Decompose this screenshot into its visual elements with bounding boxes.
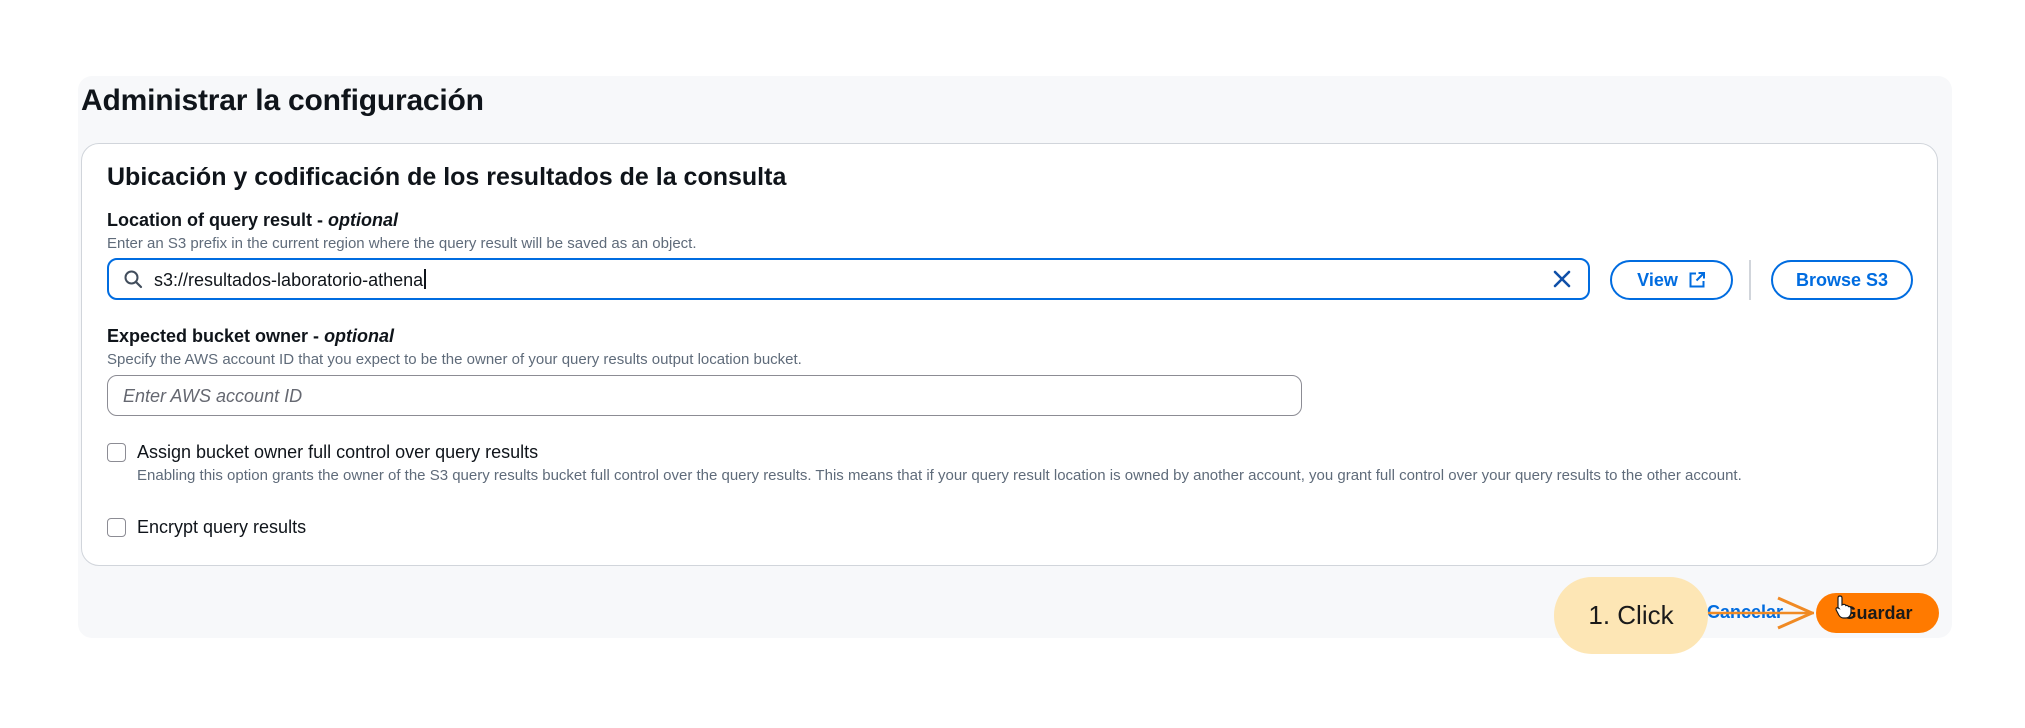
- bucket-owner-label-text: Expected bucket owner -: [107, 326, 325, 346]
- text-caret: [424, 269, 426, 289]
- bucket-owner-optional: optional: [324, 326, 395, 346]
- view-button-label: View: [1637, 269, 1678, 290]
- search-icon: [124, 270, 143, 289]
- view-button[interactable]: View: [1610, 260, 1733, 300]
- query-location-label: Location of query result - optional: [107, 210, 398, 231]
- full-control-checkbox[interactable]: [107, 443, 126, 462]
- query-location-input[interactable]: s3://resultados-laboratorio-athena: [107, 258, 1590, 300]
- encrypt-label: Encrypt query results: [137, 517, 307, 537]
- full-control-label: Assign bucket owner full control over qu…: [137, 442, 539, 462]
- account-id-placeholder: Enter AWS account ID: [123, 386, 303, 406]
- external-link-icon: [1689, 272, 1705, 288]
- browse-s3-button[interactable]: Browse S3: [1771, 260, 1913, 300]
- query-location-value-text: s3://resultados-laboratorio-athena: [154, 270, 424, 290]
- arrow-icon: [1708, 596, 1814, 630]
- query-location-description: Enter an S3 prefix in the current region…: [107, 235, 697, 252]
- section-title: Ubicación y codificación de los resultad…: [107, 163, 787, 191]
- encrypt-checkbox[interactable]: [107, 518, 126, 537]
- button-divider: [1749, 260, 1751, 300]
- step-callout: 1. Click: [1554, 577, 1708, 654]
- query-location-value: s3://resultados-laboratorio-athena: [154, 269, 426, 291]
- clear-icon[interactable]: [1552, 269, 1572, 289]
- account-id-input[interactable]: Enter AWS account ID: [107, 375, 1302, 416]
- pointer-cursor-icon: [1835, 595, 1852, 619]
- query-location-label-text: Location of query result -: [107, 210, 329, 230]
- page-title: Administrar la configuración: [81, 84, 484, 117]
- bucket-owner-description: Specify the AWS account ID that you expe…: [107, 351, 802, 368]
- full-control-description: Enabling this option grants the owner of…: [137, 467, 1742, 484]
- bucket-owner-label: Expected bucket owner - optional: [107, 326, 394, 347]
- query-location-optional: optional: [328, 210, 399, 230]
- step-callout-text: 1. Click: [1588, 600, 1674, 630]
- browse-s3-label: Browse S3: [1795, 269, 1889, 290]
